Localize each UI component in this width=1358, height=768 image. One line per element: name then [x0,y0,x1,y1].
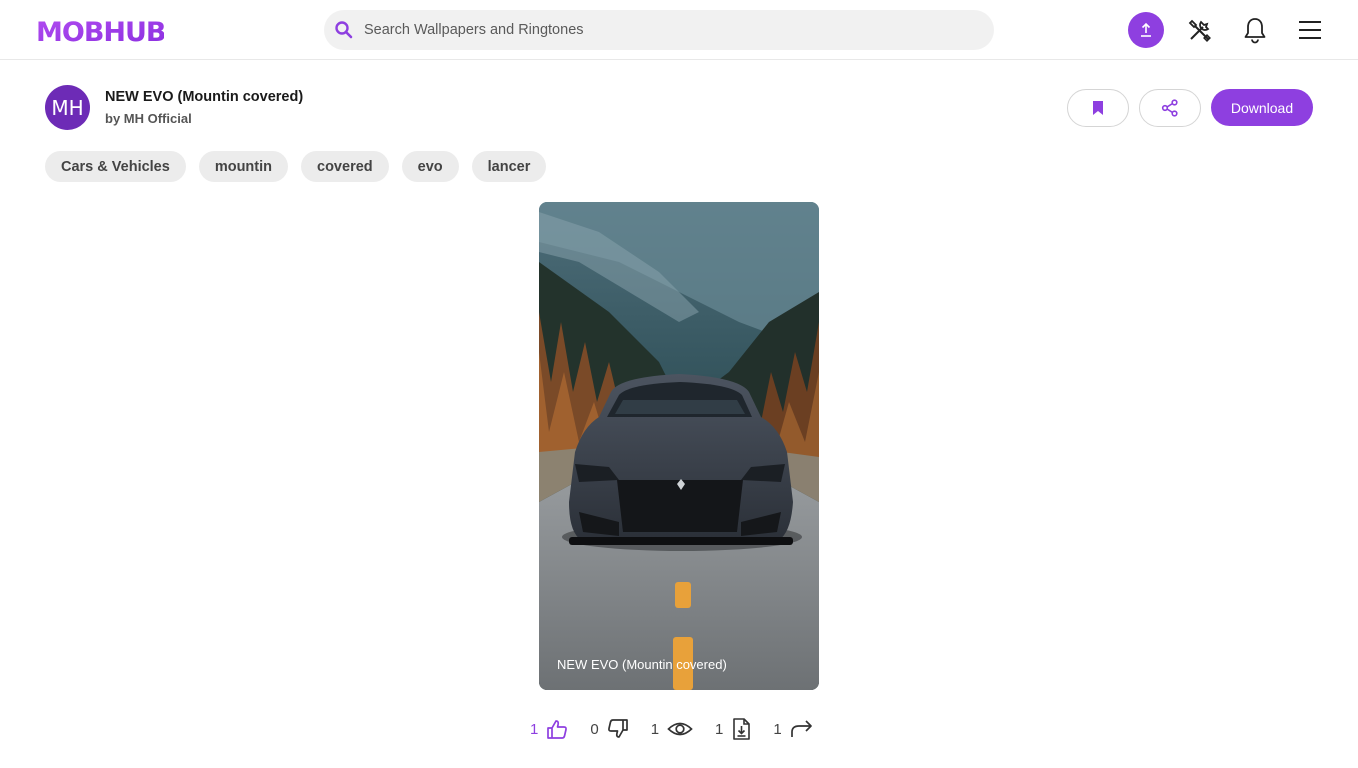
share-button[interactable] [1139,89,1201,127]
avatar-initials: MH [51,96,83,120]
wallpaper-preview[interactable]: NEW EVO (Mountin covered) [539,202,819,690]
search-icon [335,21,353,39]
shares-count: 1 [773,720,782,738]
menu-icon [1299,21,1321,39]
notifications-button[interactable] [1237,12,1273,48]
tag-evo[interactable]: evo [401,151,459,182]
author-link[interactable]: by MH Official [105,111,192,126]
views-stat: 1 [651,719,693,739]
like-stat[interactable]: 1 [530,718,568,740]
bookmark-icon [1093,101,1103,115]
upload-button[interactable] [1128,12,1164,48]
tag-covered[interactable]: covered [301,151,389,182]
stats-bar: 1 0 1 1 1 [530,713,836,745]
tag-mountin[interactable]: mountin [198,151,289,182]
author-avatar[interactable]: MH [45,85,90,130]
share-arrow-icon [790,720,812,737]
download-file-icon [733,718,751,740]
tag-lancer[interactable]: lancer [471,151,547,182]
downloads-count: 1 [715,720,724,738]
mobhub-logo[interactable]: MOBHUB [36,12,164,48]
menu-button[interactable] [1292,12,1328,48]
tag-list: Cars & Vehicles mountin covered evo lanc… [45,151,547,182]
like-count: 1 [530,720,539,738]
tools-button[interactable] [1182,12,1218,48]
eye-icon [667,722,693,736]
upload-icon [1141,22,1151,37]
wallpaper-title: NEW EVO (Mountin covered) [105,89,304,105]
views-count: 1 [650,720,660,738]
share-icon [1161,99,1178,117]
bookmark-button[interactable] [1067,89,1129,127]
bell-icon [1244,18,1266,44]
download-button[interactable]: Download [1211,89,1313,126]
shares-stat[interactable]: 1 [773,719,813,739]
top-header: MOBHUB [0,0,1358,60]
thumbs-down-icon [607,719,628,738]
logo-text: MOBHUB [36,17,164,48]
downloads-stat: 1 [715,718,751,740]
search-bar[interactable] [324,10,994,50]
dislike-stat[interactable]: 0 [590,718,628,740]
avatar-logo: MH [51,96,83,120]
wallpaper-image [539,202,819,690]
tools-icon [1188,19,1211,42]
search-input[interactable] [364,10,974,50]
dislike-count: 0 [590,720,599,738]
preview-caption: NEW EVO (Mountin covered) [557,657,727,672]
thumbs-up-icon [547,720,568,739]
tag-cars-vehicles[interactable]: Cars & Vehicles [45,151,186,182]
